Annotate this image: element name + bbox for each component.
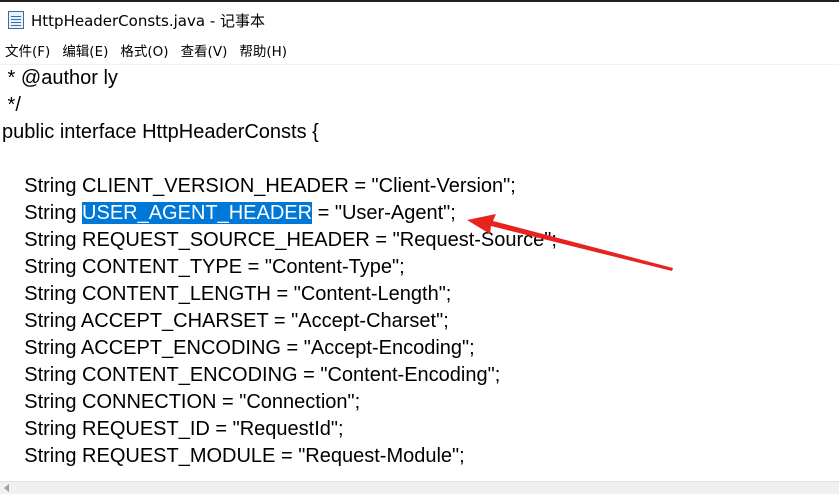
code-line: String CONTENT_ENCODING = "Content-Encod… (2, 364, 501, 386)
menu-bar: 文件(F) 编辑(E) 格式(O) 查看(V) 帮助(H) (0, 40, 839, 64)
code-line: String CLIENT_VERSION_HEADER = "Client-V… (2, 175, 516, 197)
window-title: HttpHeaderConsts.java - 记事本 (31, 11, 265, 30)
horizontal-scrollbar[interactable] (0, 481, 839, 494)
title-bar[interactable]: HttpHeaderConsts.java - 记事本 (0, 2, 839, 38)
menu-format[interactable]: 格式(O) (114, 40, 174, 64)
text-editor-area[interactable]: * @author ly */ public interface HttpHea… (0, 65, 839, 481)
code-line-selected: String USER_AGENT_HEADER = "User-Agent"; (2, 200, 456, 227)
text-selection[interactable]: USER_AGENT_HEADER (82, 202, 313, 224)
scroll-left-arrow-icon[interactable] (4, 484, 9, 492)
code-line: */ (2, 94, 21, 116)
menu-help[interactable]: 帮助(H) (233, 40, 293, 64)
code-line-suffix: = "User-Agent"; (312, 202, 456, 224)
code-line: String CONTENT_LENGTH = "Content-Length"… (2, 283, 452, 305)
code-line-prefix: String (2, 202, 83, 224)
code-line: String REQUEST_SOURCE_HEADER = "Request-… (2, 229, 557, 251)
code-line: String REQUEST_MODULE = "Request-Module"… (2, 445, 465, 467)
menu-view[interactable]: 查看(V) (175, 40, 234, 64)
notepad-icon (8, 11, 24, 29)
menu-edit[interactable]: 编辑(E) (56, 40, 114, 64)
menu-file[interactable]: 文件(F) (0, 40, 56, 64)
code-line: public interface HttpHeaderConsts { (2, 121, 319, 143)
code-line: * @author ly (2, 67, 118, 89)
code-line: String CONNECTION = "Connection"; (2, 391, 361, 413)
code-line: String CONTENT_TYPE = "Content-Type"; (2, 256, 405, 278)
code-line: String ACCEPT_ENCODING = "Accept-Encodin… (2, 337, 475, 359)
code-line: String REQUEST_ID = "RequestId"; (2, 418, 344, 440)
code-line: String ACCEPT_CHARSET = "Accept-Charset"… (2, 310, 449, 332)
